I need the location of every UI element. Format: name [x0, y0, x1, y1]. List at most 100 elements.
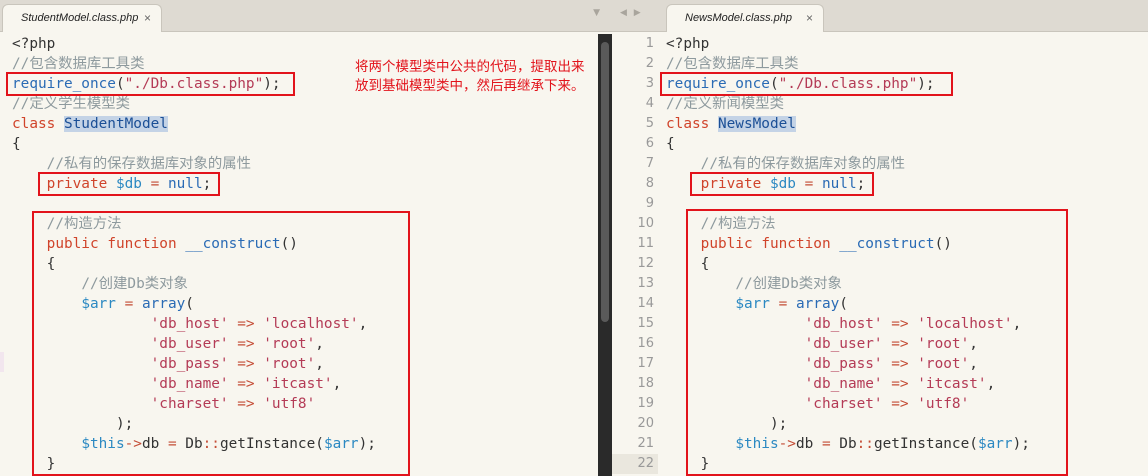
code-line: $this->db = Db::getInstance($arr); — [666, 434, 1030, 454]
code-token: $this — [735, 436, 779, 452]
code-token: { — [666, 256, 710, 272]
code-line: require_once("./Db.class.php"); — [12, 74, 376, 94]
tab-studentmodel[interactable]: StudentModel.class.php × — [2, 4, 162, 32]
code-line: ); — [12, 414, 376, 434]
code-token: //创建Db类对象 — [735, 276, 842, 292]
code-token: => — [882, 336, 918, 352]
code-token: null — [821, 176, 857, 192]
code-token: $arr — [81, 296, 116, 312]
code-line: ); — [666, 414, 1030, 434]
line-number: 21 — [637, 436, 654, 451]
code-line: //创建Db类对象 — [666, 274, 1030, 294]
code-token: <?php — [12, 36, 56, 52]
code-token: 'root' — [917, 356, 970, 372]
left-code-area[interactable]: <?php//包含数据库工具类 require_once("./Db.class.… — [12, 34, 376, 474]
code-token: function — [107, 236, 186, 252]
code-line: //私有的保存数据库对象的属性 — [666, 154, 1030, 174]
close-icon[interactable]: × — [806, 11, 813, 25]
code-token: => — [228, 356, 264, 372]
code-token: 'itcast' — [917, 376, 987, 392]
code-token: 'db_name' — [804, 376, 883, 392]
code-token: :: — [856, 436, 874, 452]
code-token: ( — [839, 296, 848, 312]
code-token: => — [228, 376, 264, 392]
left-scroll-thumb[interactable] — [601, 42, 609, 322]
code-token: class — [666, 116, 718, 132]
code-line: { — [666, 134, 1030, 154]
tab-dropdown-icon[interactable]: ▼ — [593, 8, 602, 18]
code-token: array — [795, 296, 840, 312]
code-token: 'localhost' — [917, 316, 1013, 332]
annotation-note: 将两个模型类中公共的代码，提取出来放到基础模型类中，然后再继承下来。 — [355, 59, 585, 94]
code-token: private — [700, 176, 770, 192]
code-token: //构造方法 — [700, 216, 776, 232]
code-line: class StudentModel — [12, 114, 376, 134]
code-token: => — [882, 356, 918, 372]
code-token: } — [12, 456, 56, 472]
code-token: ( — [115, 76, 125, 92]
right-code-area[interactable]: <?php//包含数据库工具类 require_once("./Db.class.… — [666, 34, 1030, 474]
code-line: } — [12, 454, 376, 474]
code-token: //定义学生模型类 — [12, 96, 131, 112]
code-token: 'localhost' — [263, 316, 359, 332]
code-token: -> — [124, 436, 142, 452]
line-number: 13 — [637, 276, 654, 291]
line-number: 11 — [637, 236, 654, 251]
code-token: } — [666, 456, 710, 472]
tab-nav-arrows-icon[interactable]: ◀ ▶ — [620, 8, 643, 18]
code-token: NewsModel — [717, 116, 796, 132]
code-line: 'db_name' => 'itcast', — [12, 374, 376, 394]
code-line: private $db = null; — [666, 174, 1030, 194]
code-line: } — [666, 454, 1030, 474]
code-token: () — [280, 236, 298, 252]
code-token: , — [332, 376, 342, 392]
code-token: () — [934, 236, 952, 252]
close-icon[interactable]: × — [144, 11, 151, 25]
code-token: __construct — [839, 236, 935, 252]
code-line: 'db_user' => 'root', — [666, 334, 1030, 354]
code-line: $arr = array( — [12, 294, 376, 314]
right-editor-pane: ◀ ▶ NewsModel.class.php × 1 2 3 4 5 6 7 8 9 10 11 1… — [612, 0, 1148, 476]
code-token: StudentModel — [63, 116, 168, 132]
code-token: => — [882, 316, 918, 332]
code-token: ); — [12, 416, 134, 432]
code-token: "./Db.class.php" — [778, 76, 918, 92]
code-token: => — [882, 376, 918, 392]
code-line: { — [666, 254, 1030, 274]
code-token: , — [969, 356, 978, 372]
code-token: ; — [856, 176, 866, 192]
code-token: private — [46, 176, 116, 192]
code-token: 'db_host' — [804, 316, 883, 332]
line-number-gutter: 1 2 3 4 5 6 7 8 9 10 11 12 13 14 15 16 17 18 19 20 21 22 — [612, 34, 658, 474]
code-line: public function __construct() — [666, 234, 1030, 254]
code-token: , — [1012, 316, 1022, 332]
line-number: 2 — [645, 56, 654, 71]
code-token: = — [813, 436, 840, 452]
code-token: $arr — [977, 436, 1013, 452]
code-token: :: — [202, 436, 220, 452]
code-line: //构造方法 — [12, 214, 376, 234]
code-line: //包含数据库工具类 — [666, 54, 1030, 74]
code-token: //私有的保存数据库对象的属性 — [46, 156, 252, 172]
code-token: = — [115, 296, 142, 312]
code-token: 'db_name' — [150, 376, 229, 392]
left-scrollbar[interactable] — [598, 34, 612, 476]
tab-newsmodel[interactable]: NewsModel.class.php × — [666, 4, 824, 32]
code-token: , — [358, 316, 368, 332]
code-token: //定义新闻模型类 — [666, 96, 785, 112]
code-token: ; — [202, 176, 212, 192]
code-line: //构造方法 — [666, 214, 1030, 234]
code-token: "./Db.class.php" — [124, 76, 264, 92]
code-line: public function __construct() — [12, 234, 376, 254]
